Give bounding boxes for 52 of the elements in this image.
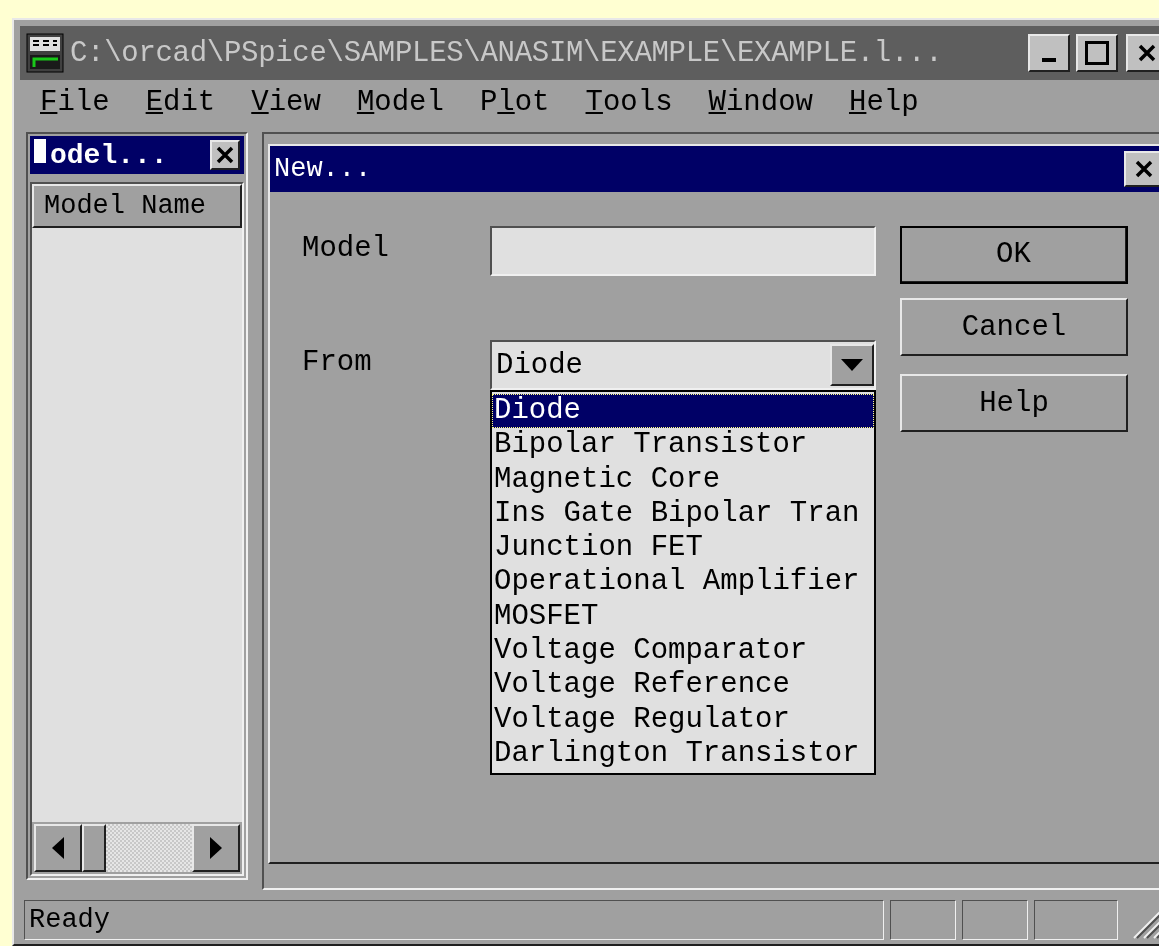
menu-item[interactable]: Model: [356, 85, 444, 119]
maximize-icon: [1085, 41, 1109, 65]
maximize-button[interactable]: [1076, 34, 1118, 72]
dialog-button[interactable]: Help: [900, 374, 1128, 432]
close-icon: [1134, 159, 1154, 179]
scroll-left-button[interactable]: [34, 824, 82, 872]
minimize-button[interactable]: [1028, 34, 1070, 72]
close-icon: [1137, 43, 1157, 63]
menu-item[interactable]: Window: [708, 85, 813, 119]
dialog-button[interactable]: OK: [900, 226, 1128, 284]
dropdown-option[interactable]: Darlington Transistor: [492, 736, 874, 772]
menu-item[interactable]: Tools: [585, 85, 673, 119]
dropdown-option[interactable]: Voltage Reference: [492, 668, 874, 703]
minimize-icon: [1042, 58, 1056, 62]
dropdown-option[interactable]: Operational Amplifier: [492, 565, 874, 600]
menu-item[interactable]: File: [40, 85, 110, 119]
menu-item[interactable]: Plot: [479, 85, 550, 119]
down-triangle-icon: [841, 359, 863, 371]
dropdown-option[interactable]: Diode: [492, 394, 874, 429]
status-pane: [890, 900, 956, 940]
dropdown-option[interactable]: Junction FET: [492, 531, 874, 566]
menu-item[interactable]: Edit: [145, 85, 216, 119]
dropdown-option[interactable]: Voltage Regulator: [492, 702, 874, 737]
dropdown-option[interactable]: Voltage Comparator: [492, 634, 874, 669]
left-triangle-icon: [52, 837, 64, 859]
dialog-button[interactable]: Cancel: [900, 298, 1128, 356]
right-triangle-icon: [210, 837, 222, 859]
model-label: Model: [302, 231, 390, 265]
close-button[interactable]: [1126, 34, 1159, 72]
horizontal-scrollbar[interactable]: [32, 822, 242, 874]
dropdown-option[interactable]: Bipolar Transistor: [492, 428, 874, 463]
status-pane: [962, 900, 1028, 940]
model-input[interactable]: [490, 226, 876, 276]
scroll-thumb[interactable]: [82, 824, 106, 872]
close-button[interactable]: [210, 140, 240, 170]
status-text: Ready: [24, 900, 884, 940]
panel-title: odel...: [34, 139, 210, 171]
close-icon: [215, 145, 235, 165]
close-button[interactable]: [1124, 151, 1159, 187]
from-label: From: [302, 345, 373, 379]
dialog-title: New...: [274, 154, 372, 184]
dropdown-option[interactable]: Magnetic Core: [492, 462, 874, 497]
column-header[interactable]: Model Name: [32, 184, 242, 228]
menu-item[interactable]: Help: [849, 85, 919, 119]
scroll-right-button[interactable]: [192, 824, 240, 872]
app-icon: [26, 33, 64, 73]
dropdown-option[interactable]: MOSFET: [492, 599, 874, 635]
dropdown-option[interactable]: Ins Gate Bipolar Tran: [492, 496, 874, 532]
from-dropdown[interactable]: Diode: [490, 340, 876, 390]
window-title: C:\orcad\PSpice\SAMPLES\ANASIM\EXAMPLE\EXAMPLE.l...: [70, 36, 944, 70]
menu-item[interactable]: View: [251, 85, 321, 119]
dropdown-button[interactable]: [830, 344, 874, 386]
